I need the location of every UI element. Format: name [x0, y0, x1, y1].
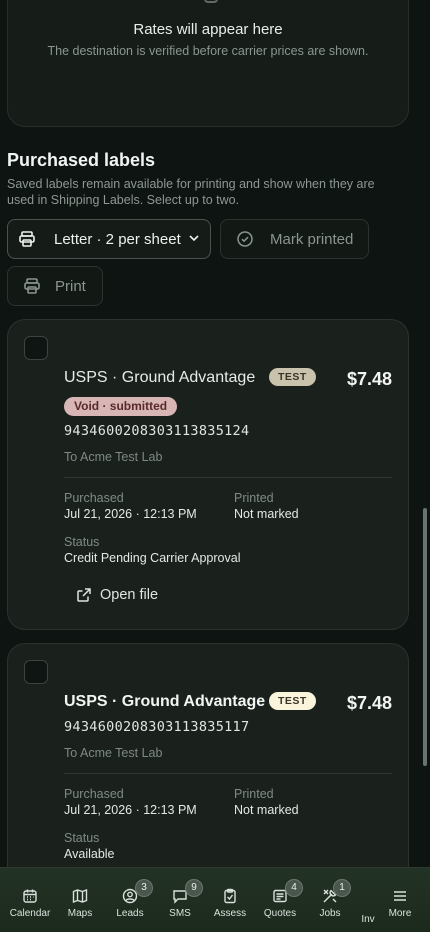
mark-printed-button[interactable]: Mark printed — [220, 219, 369, 259]
nav-badge: 9 — [185, 879, 203, 897]
void-status-badge: Void · submitted — [64, 397, 178, 416]
rates-empty-title: Rates will appear here — [133, 21, 283, 38]
nav-label: Leads — [116, 908, 144, 919]
label-select-checkbox[interactable] — [24, 660, 48, 684]
tracking-number: 9434600208303113835124 — [64, 423, 250, 439]
printed-label: Printed — [234, 491, 274, 505]
label-select-checkbox[interactable] — [24, 336, 48, 360]
nav-quotes[interactable]: Quotes 4 — [255, 868, 305, 932]
purchased-value: Jul 21, 2026 · 12:13 PM — [64, 803, 197, 817]
label-carrier: USPS · Ground Advantage — [64, 693, 266, 710]
mark-printed-label: Mark printed — [270, 230, 354, 248]
label-format-value: Letter · 2 per sheet — [54, 230, 181, 248]
label-price: $7.48 — [346, 369, 392, 389]
nav-maps[interactable]: Maps — [55, 868, 105, 932]
open-file-label: Open file — [100, 587, 159, 603]
printed-label: Printed — [234, 787, 274, 801]
printed-value: Not marked — [234, 507, 299, 521]
purchased-labels-title: Purchased labels — [7, 150, 156, 170]
status-value: Credit Pending Carrier Approval — [64, 551, 241, 565]
purchased-label: Purchased — [64, 787, 124, 801]
test-tag: TEST — [269, 368, 316, 386]
label-carrier: USPS · Ground Advantage — [64, 369, 256, 386]
divider — [64, 773, 392, 774]
nav-label: Inv — [361, 914, 375, 925]
purchased-label: Purchased — [64, 491, 124, 505]
nav-label: Jobs — [319, 908, 341, 919]
nav-sms[interactable]: SMS 9 — [155, 868, 205, 932]
nav-assess[interactable]: Assess — [205, 868, 255, 932]
chevron-down-icon — [188, 231, 200, 248]
nav-label: Assess — [213, 908, 247, 919]
nav-leads[interactable]: Leads 3 — [105, 868, 155, 932]
calendar-icon — [21, 887, 39, 905]
purchased-labels-description: Saved labels remain available for printi… — [7, 177, 375, 207]
label-card: USPS · Ground Advantage TEST $7.48 Void … — [7, 319, 409, 630]
package-icon — [204, 0, 218, 3]
purchased-value: Jul 21, 2026 · 12:13 PM — [64, 507, 197, 521]
print-label: Print — [55, 277, 86, 295]
status-label: Status — [64, 535, 100, 549]
test-tag: TEST — [269, 692, 316, 710]
label-card: USPS · Ground Advantage TEST $7.48 94346… — [7, 643, 409, 903]
menu-icon — [391, 887, 409, 905]
nav-label: Calendar — [9, 908, 51, 919]
check-circle-icon — [236, 230, 254, 248]
external-link-icon — [76, 587, 92, 603]
bottom-nav: Calendar Maps Leads 3 SMS 9 Assess Quote… — [0, 867, 430, 932]
printer-icon — [18, 230, 36, 248]
print-button[interactable]: Print — [7, 266, 103, 306]
label-recipient: To Acme Test Lab — [64, 450, 163, 464]
page: Rates will appear here The destination i… — [0, 0, 430, 932]
label-format-select[interactable]: Letter · 2 per sheet — [7, 219, 211, 259]
open-file-button[interactable]: Open file — [76, 587, 158, 603]
label-price: $7.48 — [346, 693, 392, 713]
tracking-number: 9434600208303113835117 — [64, 719, 250, 735]
status-value: Available — [64, 847, 115, 861]
rates-empty-subtitle: The destination is verified before carri… — [47, 44, 369, 58]
nav-label: Quotes — [263, 908, 297, 919]
nav-badge: 4 — [285, 879, 303, 897]
rates-empty-card: Rates will appear here The destination i… — [7, 0, 409, 127]
nav-label: SMS — [169, 908, 191, 919]
scrollbar[interactable] — [423, 508, 427, 766]
nav-label: Maps — [67, 908, 93, 919]
status-label: Status — [64, 831, 100, 845]
printer-icon — [23, 277, 41, 295]
clipboard-icon — [221, 887, 239, 905]
divider — [64, 477, 392, 478]
nav-calendar[interactable]: Calendar — [5, 868, 55, 932]
nav-badge: 3 — [135, 879, 153, 897]
printed-value: Not marked — [234, 803, 299, 817]
nav-label: More — [388, 908, 412, 919]
map-icon — [71, 887, 89, 905]
nav-more[interactable]: More — [375, 868, 425, 932]
label-recipient: To Acme Test Lab — [64, 746, 163, 760]
